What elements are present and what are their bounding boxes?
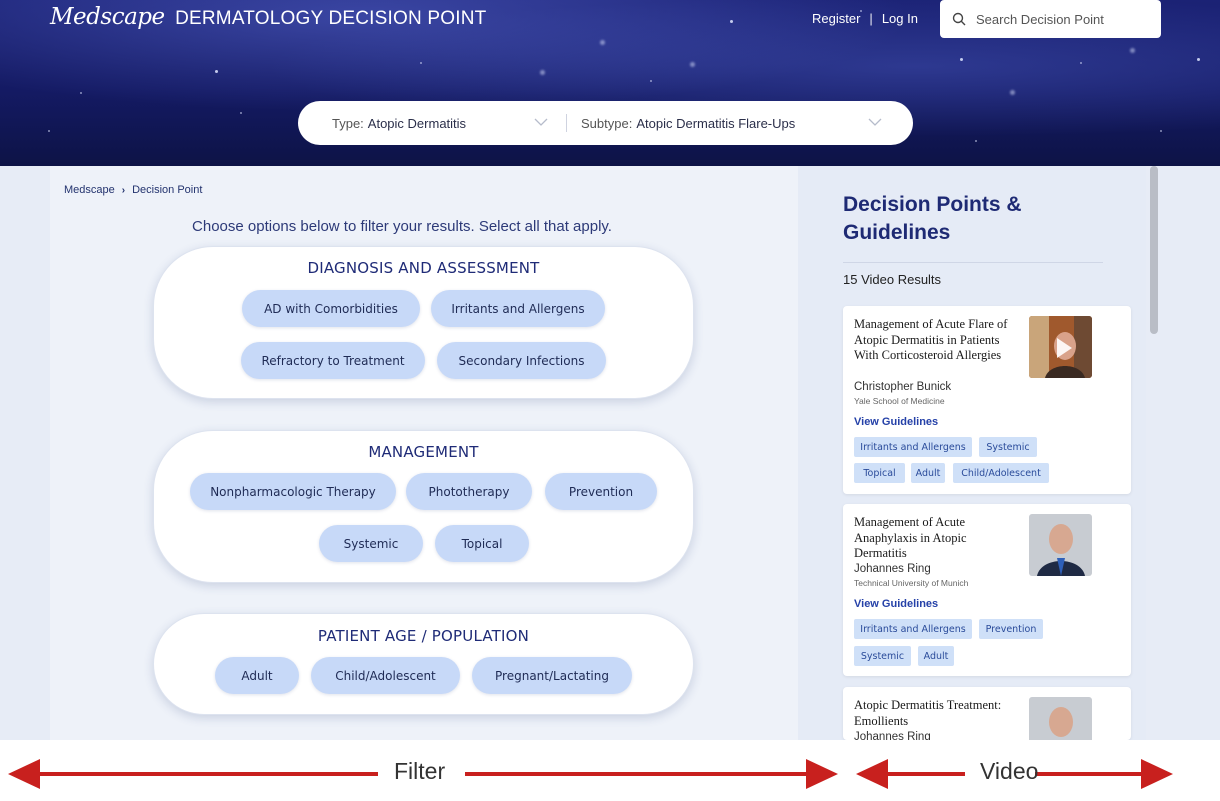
results-count: 15 Video Results	[843, 272, 942, 287]
arrow-right-icon	[1141, 759, 1173, 789]
breadcrumb-medscape[interactable]: Medscape	[64, 184, 115, 196]
subtype-value: Atopic Dermatitis Flare-Ups	[636, 115, 796, 131]
filter-instructions: Choose options below to filter your resu…	[192, 218, 612, 235]
search-placeholder: Search Decision Point	[976, 11, 1104, 27]
filter-option[interactable]: Systemic	[319, 525, 423, 562]
search-icon	[952, 12, 966, 26]
video-title[interactable]: Atopic Dermatitis Treatment: Emollients	[854, 698, 1019, 729]
filter-option[interactable]: Adult	[215, 657, 299, 694]
group-title: DIAGNOSIS AND ASSESSMENT	[307, 259, 540, 277]
presenter-photo	[1029, 514, 1092, 576]
search-input[interactable]: Search Decision Point	[940, 0, 1161, 38]
type-label: Type:	[332, 115, 364, 131]
account-links: Register | Log In	[812, 11, 918, 26]
type-value: Atopic Dermatitis	[367, 115, 467, 131]
video-author: Johannes Ring	[854, 731, 931, 740]
chevron-down-icon[interactable]	[534, 118, 548, 127]
video-tag[interactable]: Adult	[911, 463, 945, 483]
product-title: DERMATOLOGY DECISION POINT	[175, 8, 487, 29]
type-dropdown[interactable]: Type: Atopic Dermatitis	[332, 101, 466, 145]
arrow-left-icon	[856, 759, 888, 789]
video-thumbnail[interactable]	[1029, 316, 1092, 378]
group-title: MANAGEMENT	[368, 443, 479, 461]
video-tag[interactable]: Systemic	[854, 646, 911, 666]
video-card[interactable]: Atopic Dermatitis Treatment: Emollients …	[843, 687, 1131, 740]
video-title[interactable]: Management of Acute Anaphylaxis in Atopi…	[854, 515, 1019, 562]
filter-option[interactable]: Child/Adolescent	[311, 657, 460, 694]
video-tag[interactable]: Adult	[918, 646, 954, 666]
video-tag[interactable]: Systemic	[979, 437, 1037, 457]
brand[interactable]: Medscape DERMATOLOGY DECISION POINT	[50, 4, 486, 30]
results-title: Decision Points & Guidelines	[843, 193, 1022, 244]
filter-group-management: MANAGEMENT Nonpharmacologic Therapy Phot…	[153, 430, 694, 583]
filter-group-population: PATIENT AGE / POPULATION Adult Child/Ado…	[153, 613, 694, 715]
arrow-left-icon	[8, 759, 40, 789]
subtype-label: Subtype:	[581, 115, 633, 131]
view-guidelines-link[interactable]: View Guidelines	[854, 598, 938, 610]
arrow-right-icon	[806, 759, 838, 789]
video-author: Christopher Bunick	[854, 381, 952, 393]
filter-option[interactable]: Topical	[435, 525, 529, 562]
video-tag[interactable]: Child/Adolescent	[953, 463, 1049, 483]
video-thumbnail[interactable]	[1029, 514, 1092, 576]
divider	[843, 262, 1103, 263]
video-card[interactable]: Management of Acute Anaphylaxis in Atopi…	[843, 504, 1131, 676]
video-card[interactable]: Management of Acute Flare of Atopic Derm…	[843, 306, 1131, 494]
video-tag[interactable]: Prevention	[979, 619, 1043, 639]
video-thumbnail[interactable]	[1029, 697, 1092, 740]
video-tag[interactable]: Topical	[854, 463, 905, 483]
register-link[interactable]: Register	[812, 11, 860, 26]
filter-option[interactable]: Nonpharmacologic Therapy	[190, 473, 396, 510]
filter-option[interactable]: Pregnant/Lactating	[472, 657, 632, 694]
presenter-photo	[1029, 316, 1092, 378]
login-link[interactable]: Log In	[882, 11, 918, 26]
filter-group-diagnosis: DIAGNOSIS AND ASSESSMENT AD with Comorbi…	[153, 246, 694, 399]
video-author: Johannes Ring	[854, 563, 931, 575]
video-annotation-label: Video	[980, 758, 1039, 784]
video-institution: Technical University of Munich	[854, 578, 969, 588]
filter-option[interactable]: AD with Comorbidities	[242, 290, 420, 327]
chevron-right-icon: ›	[121, 184, 126, 196]
filter-annotation-label: Filter	[394, 758, 446, 784]
breadcrumb: Medscape › Decision Point	[64, 184, 202, 196]
video-tag[interactable]: Irritants and Allergens	[854, 619, 972, 639]
video-title[interactable]: Management of Acute Flare of Atopic Derm…	[854, 317, 1019, 364]
filter-option[interactable]: Prevention	[545, 473, 657, 510]
filter-option[interactable]: Irritants and Allergens	[431, 290, 605, 327]
subtype-dropdown[interactable]: Subtype: Atopic Dermatitis Flare-Ups	[581, 101, 795, 145]
type-subtype-selector: Type: Atopic Dermatitis Subtype: Atopic …	[298, 101, 913, 145]
filter-option[interactable]: Phototherapy	[406, 473, 532, 510]
breadcrumb-decision-point[interactable]: Decision Point	[132, 184, 202, 196]
scrollbar[interactable]	[1150, 166, 1158, 334]
presenter-photo	[1029, 697, 1092, 740]
link-separator: |	[869, 11, 873, 26]
filter-option[interactable]: Refractory to Treatment	[241, 342, 425, 379]
video-tag[interactable]: Irritants and Allergens	[854, 437, 972, 457]
filter-option[interactable]: Secondary Infections	[437, 342, 606, 379]
view-guidelines-link[interactable]: View Guidelines	[854, 416, 938, 428]
selector-divider	[566, 114, 567, 132]
group-title: PATIENT AGE / POPULATION	[317, 627, 530, 645]
chevron-down-icon[interactable]	[868, 118, 882, 127]
medscape-logo[interactable]: Medscape	[50, 4, 165, 30]
video-institution: Yale School of Medicine	[854, 396, 945, 406]
